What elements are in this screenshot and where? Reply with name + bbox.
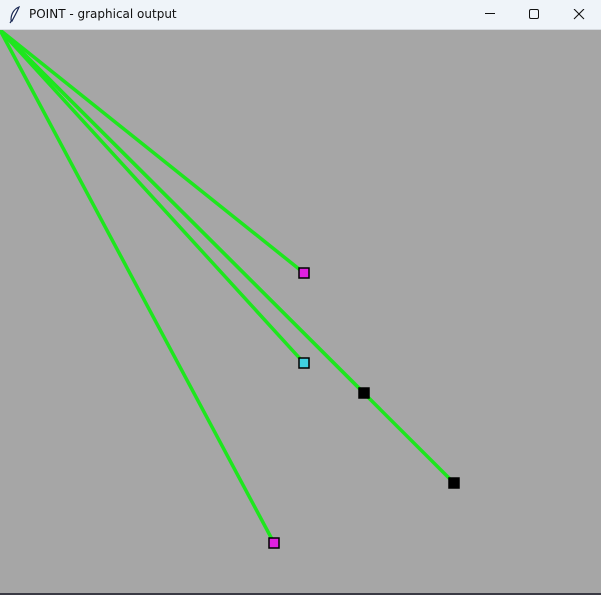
minimize-icon: [485, 13, 495, 14]
connection-lines: [0, 30, 456, 545]
graphics-canvas[interactable]: [0, 30, 601, 593]
maximize-icon: [529, 9, 539, 19]
maximize-button[interactable]: [511, 0, 557, 29]
point-marker[interactable]: [448, 477, 460, 489]
close-button[interactable]: [556, 0, 601, 29]
point-marker[interactable]: [358, 387, 370, 399]
point-marker[interactable]: [298, 357, 310, 369]
point-marker[interactable]: [298, 267, 310, 279]
app-window: POINT - graphical output: [0, 0, 601, 595]
title-bar[interactable]: POINT - graphical output: [0, 0, 601, 30]
minimize-button[interactable]: [467, 0, 513, 29]
connection-line: [0, 30, 306, 275]
feather-icon: [9, 6, 21, 24]
point-marker[interactable]: [268, 537, 280, 549]
close-icon: [573, 9, 585, 20]
connection-line: [0, 30, 456, 485]
window-title: POINT - graphical output: [29, 7, 177, 21]
point-markers: [268, 267, 460, 549]
